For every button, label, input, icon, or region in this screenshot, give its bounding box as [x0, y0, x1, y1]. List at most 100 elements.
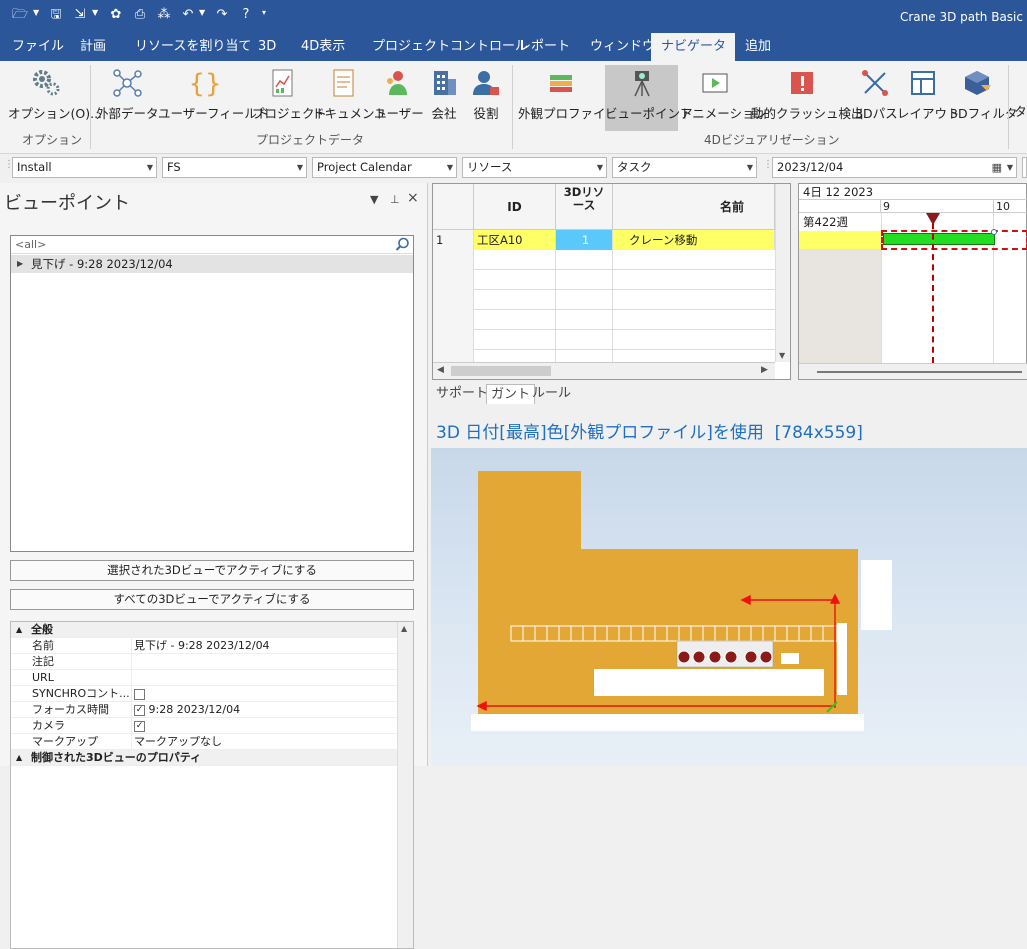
- property-row[interactable]: 名前 見下げ - 9:28 2023/12/04: [11, 638, 397, 654]
- scroll-right-icon[interactable]: ▶: [761, 365, 768, 375]
- 3d-scene[interactable]: [431, 448, 1027, 766]
- tab-support[interactable]: サポート: [432, 384, 492, 404]
- chevron-down-icon[interactable]: ▼: [33, 8, 41, 17]
- property-category[interactable]: ▲ 制御された3Dビューのプロパティ: [11, 750, 397, 766]
- tab-file[interactable]: ファイル: [2, 33, 74, 61]
- tab-report[interactable]: レポート: [508, 33, 580, 61]
- help-icon[interactable]: ?: [236, 6, 256, 24]
- column-header-id[interactable]: ID: [474, 184, 556, 230]
- company-button[interactable]: 会社: [424, 65, 464, 127]
- search-icon[interactable]: [395, 237, 410, 252]
- document-button[interactable]: ドキュメント: [312, 65, 387, 127]
- property-row[interactable]: 注記: [11, 654, 397, 670]
- puzzle-icon[interactable]: ✿: [106, 6, 126, 24]
- cell-id[interactable]: 工区A10: [474, 230, 556, 250]
- chevron-down-icon[interactable]: ▼: [1007, 158, 1013, 177]
- filter-combo-1[interactable]: Install ▼: [12, 157, 157, 178]
- resource-combo[interactable]: リソース ▼: [462, 157, 607, 178]
- clash-detection-button[interactable]: 動的クラッシュ検出: [751, 65, 864, 127]
- task-bar[interactable]: [883, 233, 995, 245]
- qat-customize-icon[interactable]: ▾: [262, 8, 270, 17]
- layout-button[interactable]: レイアウト: [897, 65, 960, 127]
- save-icon[interactable]: 🖫: [46, 6, 66, 24]
- user-fields-button[interactable]: {} ユーザーフィールド: [158, 65, 269, 127]
- animation-button[interactable]: アニメーション: [680, 65, 767, 127]
- appearance-profile-button[interactable]: 外観プロファイル: [518, 65, 618, 127]
- property-value[interactable]: 見下げ - 9:28 2023/12/04: [131, 638, 270, 654]
- checkbox-checked[interactable]: ✓: [134, 720, 145, 732]
- cell-name[interactable]: クレーン移動: [613, 230, 775, 250]
- viewpoint-list[interactable]: <all> ▶ 見下げ - 9:28 2023/12/04: [10, 235, 414, 552]
- property-value[interactable]: [131, 686, 145, 702]
- redo-icon[interactable]: ↷: [212, 6, 232, 24]
- link-handle[interactable]: [991, 229, 997, 235]
- import-icon[interactable]: ⇲: [70, 6, 90, 24]
- checkbox-unchecked[interactable]: [134, 688, 145, 700]
- date-picker[interactable]: 2023/12/04 ▦ ▼: [772, 157, 1017, 178]
- project-button[interactable]: プロジェクト: [252, 65, 327, 127]
- property-row[interactable]: URL: [11, 670, 397, 686]
- 3d-path-button[interactable]: 3Dパス: [855, 65, 898, 127]
- undo-icon[interactable]: ↶: [178, 6, 198, 24]
- property-value[interactable]: ✓ 9:28 2023/12/04: [131, 702, 240, 718]
- viewpoint-item[interactable]: ▶ 見下げ - 9:28 2023/12/04: [11, 255, 413, 273]
- collapse-icon[interactable]: ▲: [16, 750, 22, 766]
- tab-plan[interactable]: 計画: [70, 33, 116, 61]
- viewpoint-button[interactable]: ビューポイント: [605, 65, 693, 131]
- expand-icon[interactable]: ▶: [17, 255, 23, 273]
- roles-button[interactable]: 役割: [466, 65, 506, 127]
- activate-all-views-button[interactable]: すべての3Dビューでアクティブにする: [10, 589, 414, 610]
- viewpoint-search[interactable]: <all>: [11, 236, 413, 254]
- chevron-down-icon[interactable]: ▼: [92, 8, 100, 17]
- gantt-scrollbar[interactable]: [799, 363, 1027, 379]
- collapse-icon[interactable]: ▲: [16, 622, 22, 638]
- calendar-icon[interactable]: ▦: [992, 158, 1002, 177]
- property-row[interactable]: カメラ ✓: [11, 718, 397, 734]
- property-row[interactable]: SYNCHROコント...: [11, 686, 397, 702]
- scroll-up-icon[interactable]: ▲: [401, 624, 407, 633]
- tab-4d-view[interactable]: 4D表示: [291, 33, 355, 61]
- activate-selected-view-button[interactable]: 選択された3Dビューでアクティブにする: [10, 560, 414, 581]
- close-icon[interactable]: ×: [407, 190, 419, 206]
- tab-3d[interactable]: 3D: [248, 33, 286, 61]
- chevron-down-icon[interactable]: ▼: [199, 8, 207, 17]
- current-date-marker[interactable]: [926, 213, 940, 225]
- table-row[interactable]: 1 工区A10 1 クレーン移動: [433, 230, 775, 250]
- horizontal-scrollbar[interactable]: ◀ ▶: [433, 362, 775, 379]
- users-button[interactable]: ユーザー: [374, 65, 424, 127]
- more-button[interactable]: タ: [1014, 65, 1027, 127]
- property-row[interactable]: マークアップ マークアップなし: [11, 734, 397, 750]
- scroll-thumb[interactable]: [451, 366, 551, 376]
- panel-menu-icon[interactable]: ▼: [370, 193, 378, 206]
- filter-combo-2[interactable]: FS ▼: [162, 157, 307, 178]
- 3d-viewport[interactable]: [431, 448, 1027, 766]
- property-category[interactable]: ▲ 全般: [11, 622, 397, 638]
- task-combo[interactable]: タスク ▼: [612, 157, 757, 178]
- property-value[interactable]: [131, 654, 134, 670]
- property-scrollbar[interactable]: ▲: [397, 622, 413, 948]
- 3d-filter-button[interactable]: 3Dフィルタ: [950, 65, 1017, 127]
- scroll-left-icon[interactable]: ◀: [437, 365, 444, 375]
- external-data-button[interactable]: 外部データ: [96, 65, 159, 127]
- print-icon[interactable]: ⎙: [130, 6, 150, 24]
- property-value[interactable]: マークアップなし: [131, 734, 222, 750]
- tab-add[interactable]: 追加: [735, 33, 781, 61]
- options-button[interactable]: オプション(O)...: [8, 65, 102, 127]
- cell-3d-resource[interactable]: 1: [556, 230, 613, 250]
- vertical-scrollbar[interactable]: ▼: [775, 184, 790, 362]
- scroll-down-icon[interactable]: ▼: [779, 351, 785, 360]
- tab-assign-resources[interactable]: リソースを割り当て: [125, 33, 261, 61]
- property-value[interactable]: ✓: [131, 718, 145, 734]
- column-header-3d-resource[interactable]: 3Dリソース: [556, 184, 613, 230]
- overflow-combo[interactable]: [1022, 157, 1027, 178]
- scroll-thumb[interactable]: [817, 371, 1022, 373]
- tab-rules[interactable]: ルール: [528, 384, 575, 404]
- pin-icon[interactable]: ⊥: [390, 193, 400, 206]
- network-icon[interactable]: ⁂: [154, 6, 174, 24]
- checkbox-checked[interactable]: ✓: [134, 704, 145, 716]
- column-header-name[interactable]: 名前: [613, 184, 775, 230]
- tab-navigator[interactable]: ナビゲータ: [651, 33, 735, 61]
- calendar-combo[interactable]: Project Calendar ▼: [312, 157, 457, 178]
- property-row[interactable]: フォーカス時間 ✓ 9:28 2023/12/04: [11, 702, 397, 718]
- folder-open-icon[interactable]: 🗁: [10, 6, 30, 24]
